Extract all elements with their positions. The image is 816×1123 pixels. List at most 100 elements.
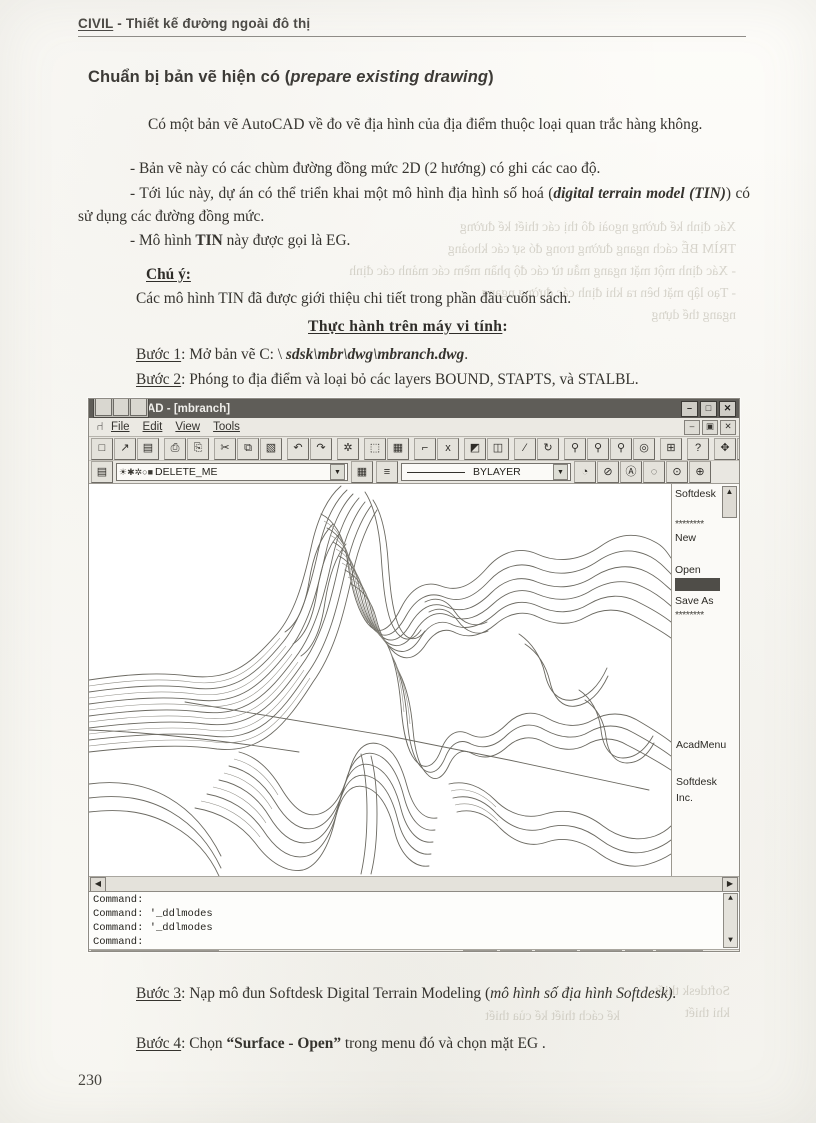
bullet3-tail: này được gọi là EG. xyxy=(222,232,351,249)
command-scrollbar[interactable]: ▲ ▼ xyxy=(723,893,738,948)
linetype-select[interactable]: BYLAYER ▼ xyxy=(401,463,571,481)
command-line-0: Command: xyxy=(93,894,144,906)
scroll-right-button[interactable]: ▶ xyxy=(722,876,738,892)
help-icon[interactable]: ? xyxy=(687,437,709,460)
screen-menu-item-save-as[interactable]: Save As xyxy=(675,593,736,609)
zoom-window2-icon[interactable]: ⚲ xyxy=(610,437,632,460)
rotate3d-icon[interactable]: ↻ xyxy=(537,437,559,460)
menu-edit[interactable]: Edit xyxy=(143,421,163,433)
linetype-icon[interactable]: ⊙ xyxy=(666,461,688,483)
statusbar-next-button[interactable]: ▶ xyxy=(722,950,737,951)
screen-menu-highlight[interactable] xyxy=(675,578,720,591)
statusbar-prev-button[interactable]: ◀ xyxy=(706,950,721,951)
tilemode-icon[interactable]: ⊞ xyxy=(660,437,682,460)
zoom-all-icon[interactable]: ◎ xyxy=(633,437,655,460)
screen-menu-item-open[interactable]: Open xyxy=(675,562,736,578)
copy-icon[interactable]: ⧉ xyxy=(237,437,259,460)
screen-menu-item-new[interactable]: New xyxy=(675,530,736,546)
menu-view-label: View xyxy=(175,421,201,433)
scroll-left-button[interactable]: ◀ xyxy=(90,876,106,892)
minimize-button[interactable]: – xyxy=(681,401,698,417)
toolbar-group: ⎙ ⎘ xyxy=(164,437,209,460)
zoom-out-icon[interactable]: ⚲ xyxy=(587,437,609,460)
status-snap[interactable]: SNAP xyxy=(462,950,497,951)
document-page: CIVIL - Thiết kế đường ngoài đô thị Xác … xyxy=(0,0,816,1123)
bullet2-lead: - Tới lúc này, dự án có thể triển khai m… xyxy=(130,185,554,202)
command-scroll-up[interactable]: ▲ xyxy=(728,894,733,905)
header-title-text: - Thiết kế đường ngoài đô thị xyxy=(113,16,311,31)
menu-view[interactable]: View xyxy=(175,421,200,433)
cut-icon[interactable]: ✂ xyxy=(214,437,236,460)
layer-select[interactable]: ☀✱✲○■ DELETE_ME ▼ xyxy=(116,463,348,481)
move-icon[interactable]: ✥ xyxy=(714,437,736,460)
render-icon[interactable]: ◩ xyxy=(464,437,486,460)
page-title-vi: Chuẩn bị bản vẽ hiện có ( xyxy=(88,68,291,86)
toolbar-group: ✥⚬↺◱✕▭ xyxy=(714,437,739,460)
command-scroll-down[interactable]: ▼ xyxy=(728,936,733,947)
osnap-icon[interactable]: ✲ xyxy=(337,437,359,460)
undo-icon[interactable]: ↶ xyxy=(287,437,309,460)
color-icon[interactable]: ◌ xyxy=(643,461,665,483)
save-icon[interactable]: ▤ xyxy=(137,437,159,460)
print-icon[interactable]: ⎙ xyxy=(164,437,186,460)
linetype-dropdown-arrow[interactable]: ▼ xyxy=(553,464,568,480)
layer-make-icon[interactable]: ◔ xyxy=(574,461,596,483)
layer-dialog-icon[interactable]: ▤ xyxy=(91,461,113,483)
step-3-italic: mô hình số địa hình Softdesk xyxy=(490,985,668,1002)
status-model[interactable]: MODEL xyxy=(579,950,622,951)
screen-menu-item-inc: Inc. xyxy=(676,792,693,804)
horizontal-scrollbar[interactable]: ◀ ▶ xyxy=(89,876,739,892)
open-icon[interactable]: ↗ xyxy=(114,437,136,460)
screen-menu-item-acadmenu[interactable]: AcadMenu xyxy=(676,737,726,753)
new-icon[interactable]: □ xyxy=(91,437,113,460)
overlay-button-3[interactable] xyxy=(130,399,148,416)
drawing-canvas[interactable] xyxy=(89,484,671,876)
menu-tools[interactable]: Tools xyxy=(213,421,240,433)
standard-toolbar[interactable]: □↗▤⎙⎘✂⧉▧↶↷✲⬚▦⌐x◩◫⁄↻⚲⚲⚲◎⊞?✥⚬↺◱✕▭ xyxy=(89,437,739,461)
autocad-menubar: ⑁ File Edit View Tools – ▣ ✕ xyxy=(89,418,739,437)
object-properties-toolbar[interactable]: ▤ ☀✱✲○■ DELETE_ME ▼ ▦ ≡ BYLAYER ▼ ◔ ⊘ Ⓐ ◌ ⊙ ⊕ xyxy=(89,461,739,484)
control-menu-icon[interactable]: ⑁ xyxy=(94,420,106,433)
overlay-button-1[interactable] xyxy=(95,399,112,416)
color-dialog-icon[interactable]: ▦ xyxy=(351,461,373,483)
command-line-area[interactable]: Command: Command: '_ddlmodes Command: '_… xyxy=(89,891,739,949)
layer-prev-icon[interactable]: Ⓐ xyxy=(620,461,642,483)
status-time[interactable]: 11:20 AM xyxy=(655,950,703,951)
zoom-in-icon[interactable]: ⚲ xyxy=(564,437,586,460)
linetype-dialog-icon[interactable]: ≡ xyxy=(376,461,398,483)
floating-toolbar-overlay[interactable] xyxy=(93,399,149,418)
statusbar-nav-buttons[interactable]: ◀ ▶ xyxy=(706,950,737,951)
copy-object-icon[interactable]: ⚬ xyxy=(737,437,739,460)
screen-menu-item-softdesk[interactable]: Softdesk xyxy=(676,774,717,790)
shade-icon[interactable]: ◫ xyxy=(487,437,509,460)
mdi-restore-button[interactable]: ▣ xyxy=(702,420,718,435)
mdi-minimize-button[interactable]: – xyxy=(684,420,700,435)
layer-dropdown-arrow[interactable]: ▼ xyxy=(330,464,345,480)
autocad-screen-menu[interactable]: ▲ Softdesk ******** New Open Save As ***… xyxy=(671,484,739,876)
redo-icon[interactable]: ↷ xyxy=(310,437,332,460)
maximize-button[interactable]: □ xyxy=(700,401,717,417)
step-3-text: : Nạp mô đun Softdesk Digital Terrain Mo… xyxy=(181,985,491,1002)
print-preview-icon[interactable]: ⎘ xyxy=(187,437,209,460)
properties-icon[interactable]: ⊕ xyxy=(689,461,711,483)
status-grid[interactable]: GRID xyxy=(499,950,532,951)
paste-icon[interactable]: ▧ xyxy=(260,437,282,460)
status-ortho[interactable]: ORTHO xyxy=(534,950,577,951)
point-filter-icon[interactable]: x xyxy=(437,437,459,460)
zoom-window-icon[interactable]: ⬚ xyxy=(364,437,386,460)
layer-set-icon[interactable]: ⊘ xyxy=(597,461,619,483)
status-tile[interactable]: TILE xyxy=(624,950,653,951)
aerial-view-icon[interactable]: ▦ xyxy=(387,437,409,460)
command-line-2: Command: '_ddlmodes xyxy=(93,921,213,934)
status-coordinates[interactable]: 1501529.71,481476.42 xyxy=(91,950,219,951)
overlay-button-2[interactable] xyxy=(112,399,130,416)
properties-button-group[interactable]: ◔ ⊘ Ⓐ ◌ ⊙ ⊕ xyxy=(574,461,711,483)
autocad-window[interactable]: AD - [mbranch] – □ ✕ ⑁ File Edit View To… xyxy=(88,398,740,952)
dist-icon[interactable]: ⁄ xyxy=(514,437,536,460)
menu-file[interactable]: File xyxy=(111,421,130,433)
close-button[interactable]: ✕ xyxy=(719,401,736,417)
screen-menu-scroll-up[interactable]: ▲ xyxy=(722,486,737,518)
mdi-close-button[interactable]: ✕ xyxy=(720,420,736,435)
page-number: 230 xyxy=(78,1072,102,1089)
ucs-icon[interactable]: ⌐ xyxy=(414,437,436,460)
